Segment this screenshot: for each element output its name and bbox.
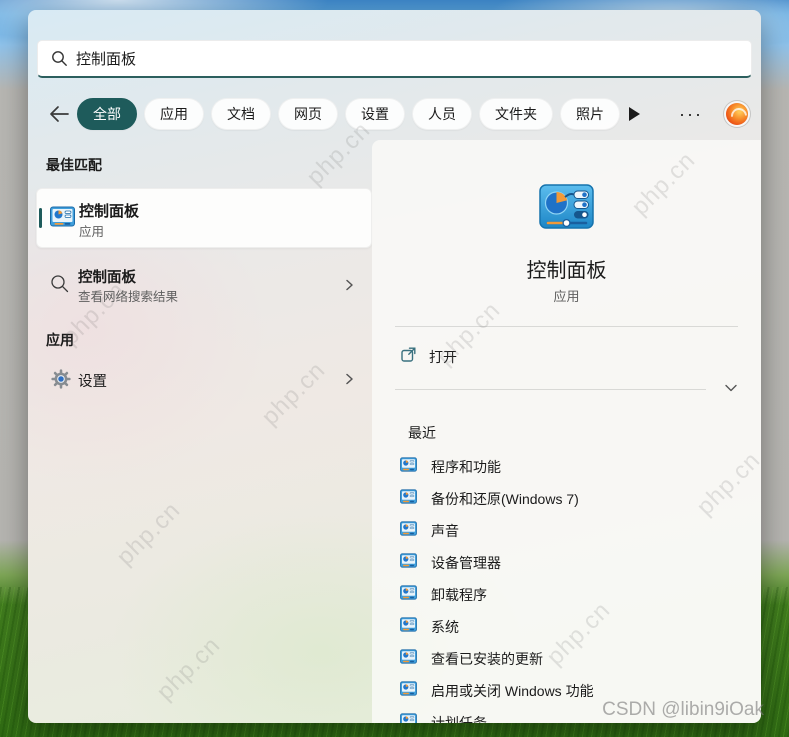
control-panel-icon [400,457,417,477]
best-match-title: 控制面板 [79,203,140,220]
chevron-down-icon[interactable] [723,380,739,401]
search-flyout-panel: 控制面板 全部 应用 文档 网页 设置 人员 文件夹 照片 ··· 最佳匹配 控… [28,10,761,723]
apps-header: 应用 [46,332,74,348]
control-panel-icon [400,713,417,723]
control-panel-icon [400,617,417,637]
recent-item-label: 卸载程序 [431,587,487,603]
web-item-subtitle: 查看网络搜索结果 [78,290,179,304]
detail-subtitle: 应用 [553,289,580,304]
search-input[interactable]: 控制面板 [37,40,752,78]
search-icon [51,50,68,67]
open-action-label: 打开 [429,349,457,365]
control-panel-icon [400,585,417,605]
filter-pill[interactable]: 网页 [278,98,338,130]
web-item-title: 控制面板 [78,270,136,286]
recent-item-label: 计划任务 [431,715,487,723]
recent-item-label: 声音 [431,523,459,539]
control-panel-icon [400,553,417,573]
recent-item[interactable]: 声音 [372,515,761,547]
divider [395,326,738,327]
gear-icon [50,368,72,395]
best-match-item[interactable]: 控制面板 应用 [36,188,372,248]
filter-pill[interactable]: 应用 [144,98,204,130]
filter-pill[interactable]: 人员 [412,98,472,130]
filter-pill[interactable]: 照片 [560,98,620,130]
more-options-button[interactable]: ··· [674,99,708,129]
control-panel-icon [50,206,75,232]
selection-accent-bar [39,208,42,228]
filter-tabs-row: 全部 应用 文档 网页 设置 人员 文件夹 照片 ··· [28,96,761,132]
filter-pills: 全部 应用 文档 网页 设置 人员 文件夹 照片 [77,98,620,130]
expand-filters-button[interactable] [629,107,640,121]
recent-item[interactable]: 查看已安装的更新 [372,643,761,675]
result-detail-pane: 控制面板 应用 打开 最近 程序和功能 备份和还原(Windows 7) 声音 … [372,140,761,723]
control-panel-icon [400,649,417,669]
settings-item-label: 设置 [78,374,107,390]
recent-item[interactable]: 程序和功能 [372,451,761,483]
control-panel-icon [400,521,417,541]
best-match-subtitle: 应用 [79,225,105,239]
control-panel-icon-large [539,184,594,234]
filter-pill[interactable]: 文档 [211,98,271,130]
recent-item[interactable]: 卸载程序 [372,579,761,611]
recent-header: 最近 [408,425,436,441]
chevron-right-icon [342,372,356,391]
recent-item-label: 备份和还原(Windows 7) [431,491,579,507]
user-avatar[interactable] [726,103,748,125]
filter-pill[interactable]: 全部 [77,98,137,130]
detail-title: 控制面板 [526,260,607,282]
filter-pill[interactable]: 设置 [345,98,405,130]
recent-item[interactable]: 备份和还原(Windows 7) [372,483,761,515]
web-search-result-item[interactable]: 控制面板 查看网络搜索结果 [36,260,370,312]
open-external-icon [400,346,417,368]
best-match-header: 最佳匹配 [46,157,102,173]
recent-item[interactable]: 启用或关闭 Windows 功能 [372,675,761,707]
settings-app-item[interactable]: 设置 [36,354,370,406]
recent-item-label: 查看已安装的更新 [431,651,543,667]
recent-list: 程序和功能 备份和还原(Windows 7) 声音 设备管理器 卸载程序 系统 … [372,451,761,723]
recent-item-label: 系统 [431,619,459,635]
back-button[interactable] [44,99,74,129]
recent-item[interactable]: 计划任务 [372,707,761,723]
search-query-text: 控制面板 [76,51,137,68]
divider [395,389,706,390]
open-action[interactable]: 打开 [395,340,715,374]
recent-item-label: 设备管理器 [431,555,501,571]
recent-item[interactable]: 系统 [372,611,761,643]
filter-pill[interactable]: 文件夹 [479,98,553,130]
control-panel-icon [400,681,417,701]
search-icon [50,274,70,299]
control-panel-icon [400,489,417,509]
play-triangle-icon [629,107,640,121]
recent-item-label: 启用或关闭 Windows 功能 [431,683,594,699]
chevron-right-icon [342,278,356,297]
recent-item-label: 程序和功能 [431,459,501,475]
recent-item[interactable]: 设备管理器 [372,547,761,579]
